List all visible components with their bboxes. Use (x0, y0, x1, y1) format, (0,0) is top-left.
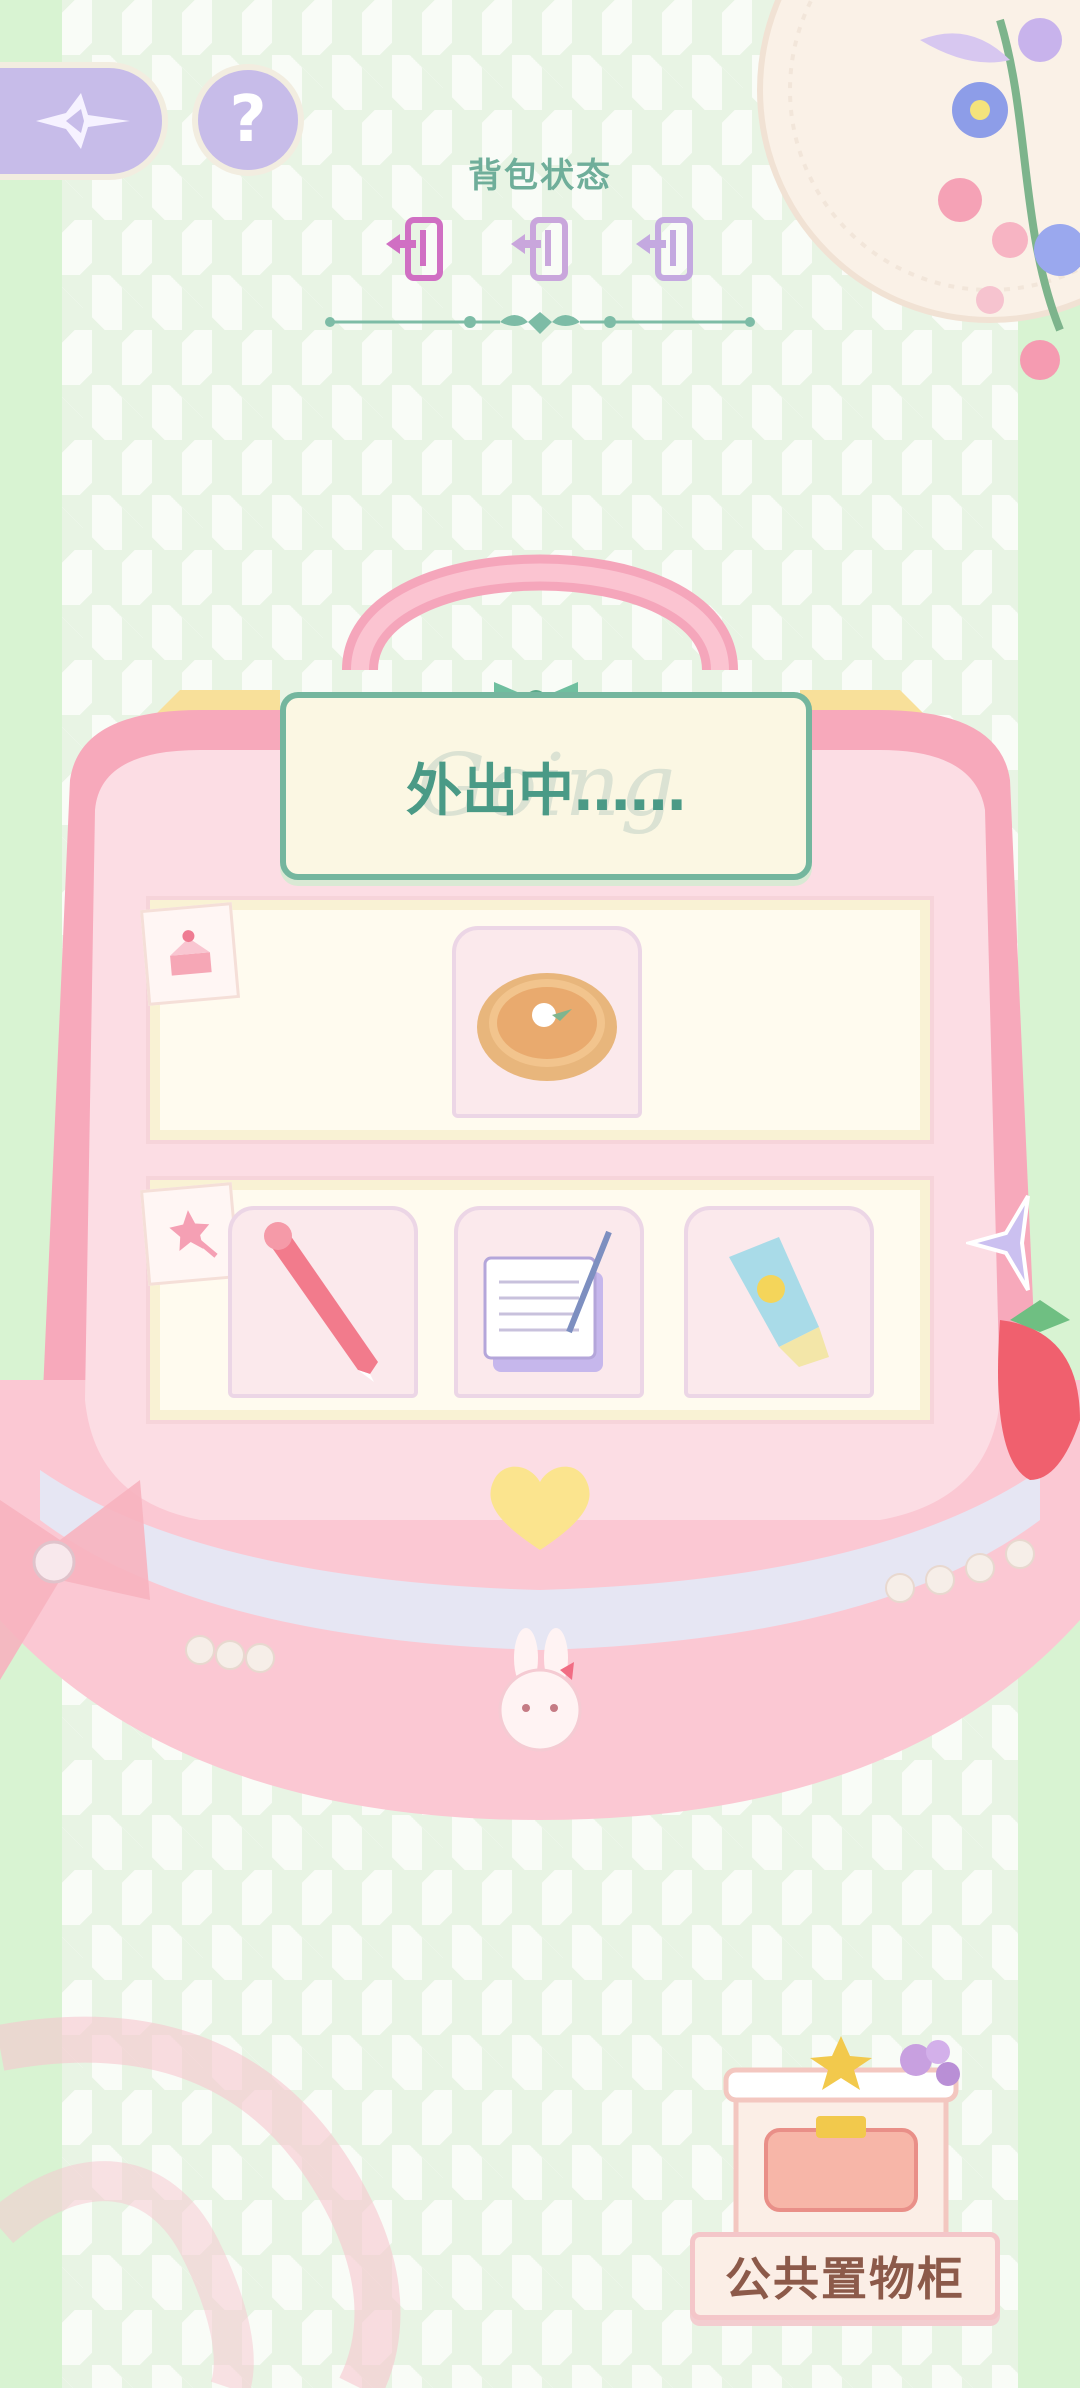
exit-door-icon (511, 217, 568, 281)
pen-item-icon (264, 1222, 378, 1382)
status-text: 外出中…… (406, 758, 686, 824)
cake-icon (170, 930, 212, 976)
ornament-divider (325, 312, 755, 334)
exit-door-icon (636, 217, 693, 281)
wand-icon (169, 1210, 218, 1258)
ribbon-decoration (0, 2016, 401, 2388)
heart-clasp-icon (490, 1466, 590, 1550)
item-slot[interactable] (452, 926, 642, 1118)
item-slot[interactable] (684, 1206, 874, 1398)
public-locker-button[interactable]: 公共置物柜 (690, 2232, 1000, 2320)
page-title: 背包状态 (468, 156, 612, 196)
lotion-tube-item-icon (729, 1237, 829, 1367)
help-icon: ? (229, 83, 267, 157)
shelf-tag-supplies (139, 1182, 241, 1286)
notebook-item-icon (483, 1230, 612, 1372)
exit-door-icon-active (386, 217, 443, 281)
next-arrow-icon[interactable] (966, 1188, 1036, 1298)
sparkle-star-icon (36, 93, 130, 149)
item-slot[interactable] (454, 1206, 644, 1398)
pie-item-icon (477, 973, 617, 1081)
flower-lace-decoration (757, 0, 1080, 380)
shelf-tag-food (139, 902, 241, 1006)
item-slot[interactable] (228, 1206, 418, 1398)
status-banner: Going 外出中…… (280, 692, 812, 880)
bag-state-indicators (380, 214, 700, 284)
